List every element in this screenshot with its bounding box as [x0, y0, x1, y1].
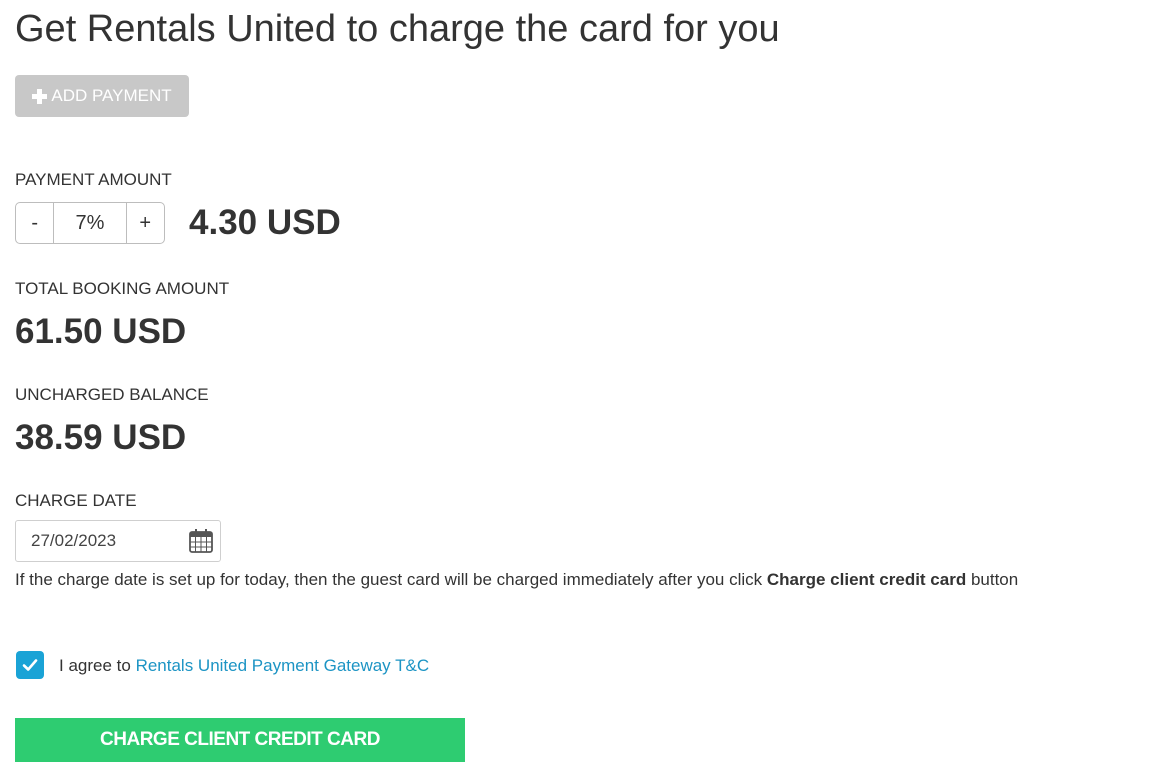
payment-amount-label: PAYMENT AMOUNT	[15, 170, 172, 189]
checkmark-icon	[22, 659, 38, 671]
uncharged-balance-label: UNCHARGED BALANCE	[15, 385, 209, 404]
percent-input[interactable]: 7%	[53, 203, 127, 243]
charge-client-credit-card-button[interactable]: CHARGE CLIENT CREDIT CARD	[15, 718, 465, 762]
add-payment-button[interactable]: ADD PAYMENT	[15, 75, 189, 117]
increment-button[interactable]: +	[127, 203, 164, 243]
charge-date-input[interactable]: 27/02/2023	[15, 520, 221, 562]
page-title: Get Rentals United to charge the card fo…	[15, 8, 780, 50]
terms-link[interactable]: Rentals United Payment Gateway T&C	[136, 656, 430, 675]
payment-percent-stepper: - 7% +	[15, 202, 165, 244]
plus-icon	[32, 88, 48, 104]
hint-suffix: button	[966, 570, 1019, 589]
agree-checkbox[interactable]	[16, 651, 44, 679]
total-booking-value: 61.50 USD	[15, 312, 187, 351]
agree-prefix: I agree to	[59, 656, 136, 675]
charge-date-label: CHARGE DATE	[15, 491, 137, 510]
charge-date-value: 27/02/2023	[31, 531, 117, 550]
charge-date-hint: If the charge date is set up for today, …	[15, 570, 1018, 590]
agree-text: I agree to Rentals United Payment Gatewa…	[59, 656, 429, 676]
hint-bold: Charge client credit card	[766, 570, 967, 589]
total-booking-label: TOTAL BOOKING AMOUNT	[15, 279, 230, 298]
hint-prefix: If the charge date is set up for today, …	[15, 570, 767, 589]
uncharged-balance-value: 38.59 USD	[15, 418, 187, 457]
payment-amount-value: 4.30 USD	[189, 203, 341, 242]
calendar-icon[interactable]	[188, 528, 214, 554]
decrement-button[interactable]: -	[16, 203, 53, 243]
add-payment-label: ADD PAYMENT	[51, 86, 172, 105]
